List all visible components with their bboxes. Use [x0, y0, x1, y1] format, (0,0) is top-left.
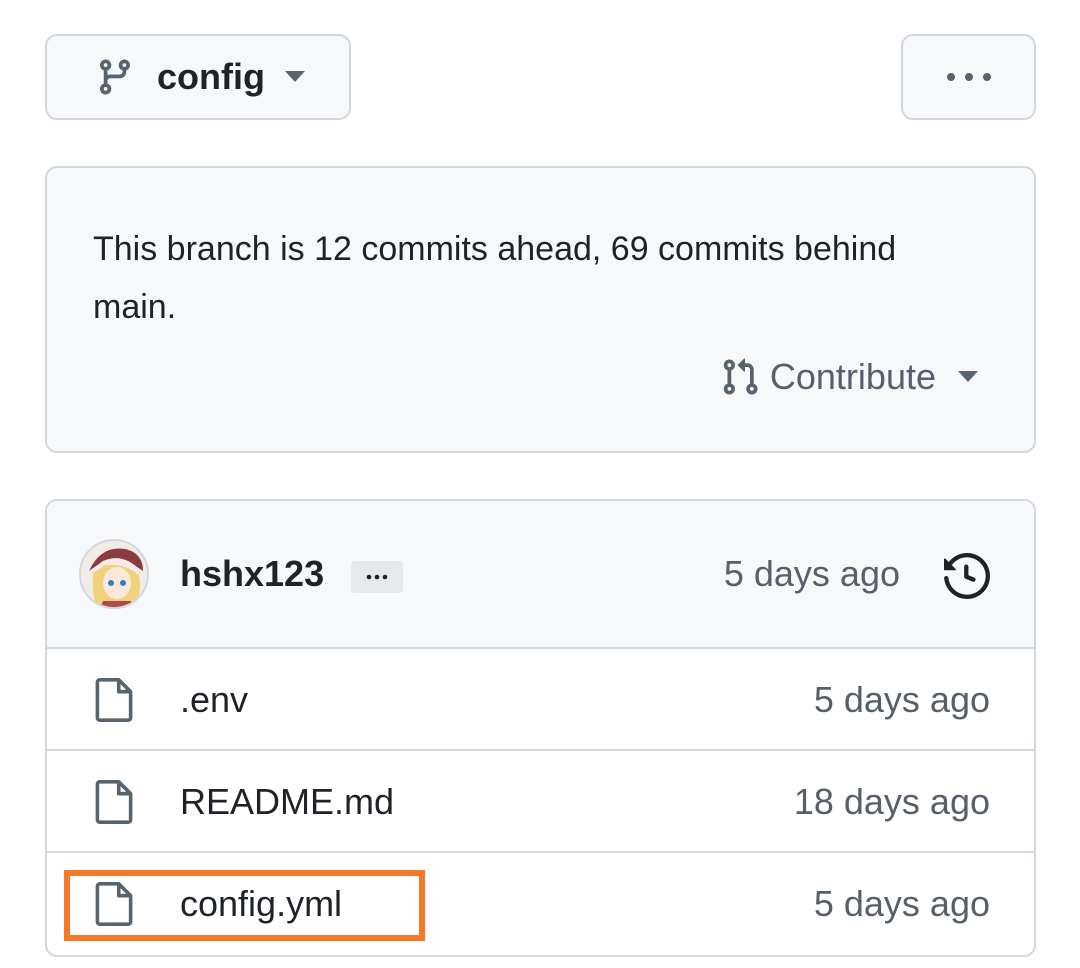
commit-author[interactable]: hshx123: [180, 553, 324, 595]
ellipsis-icon: [366, 574, 388, 580]
file-name[interactable]: config.yml: [180, 883, 342, 925]
file-time: 18 days ago: [793, 781, 990, 822]
contribute-button[interactable]: Contribute: [720, 354, 978, 400]
commit-time[interactable]: 5 days ago: [724, 553, 900, 595]
file-row[interactable]: README.md 18 days ago: [47, 751, 1034, 853]
file-row[interactable]: config.yml 5 days ago: [47, 853, 1034, 955]
file-row[interactable]: .env 5 days ago: [47, 649, 1034, 751]
file-name[interactable]: .env: [180, 679, 248, 721]
branch-selector-button[interactable]: config: [45, 34, 351, 120]
caret-down-icon: [958, 371, 978, 382]
contribute-label: Contribute: [769, 356, 936, 397]
git-branch-icon: [99, 59, 130, 95]
avatar-image: [81, 541, 147, 607]
commit-message-expand-button[interactable]: [351, 561, 403, 593]
file-icon: [95, 882, 133, 926]
file-list: hshx123 5 days ago .env 5 days ago READM…: [45, 499, 1036, 957]
git-pull-request-icon: [723, 358, 758, 395]
branch-status-box: This branch is 12 commits ahead, 69 comm…: [45, 166, 1036, 453]
avatar[interactable]: [79, 539, 149, 609]
file-time: 5 days ago: [813, 679, 990, 720]
latest-commit-row: hshx123 5 days ago: [47, 501, 1034, 649]
more-options-button[interactable]: [901, 34, 1036, 120]
caret-down-icon: [284, 71, 305, 82]
history-icon[interactable]: [944, 553, 990, 599]
branch-name: config: [157, 56, 265, 97]
page: config This branch is 12 commits ahead, …: [0, 0, 1080, 968]
branch-status-text: This branch is 12 commits ahead, 69 comm…: [93, 230, 897, 326]
file-time: 5 days ago: [813, 883, 990, 924]
file-name[interactable]: README.md: [180, 781, 394, 823]
kebab-horizontal-icon: [946, 73, 991, 81]
file-icon: [95, 678, 133, 722]
file-icon: [95, 780, 133, 824]
